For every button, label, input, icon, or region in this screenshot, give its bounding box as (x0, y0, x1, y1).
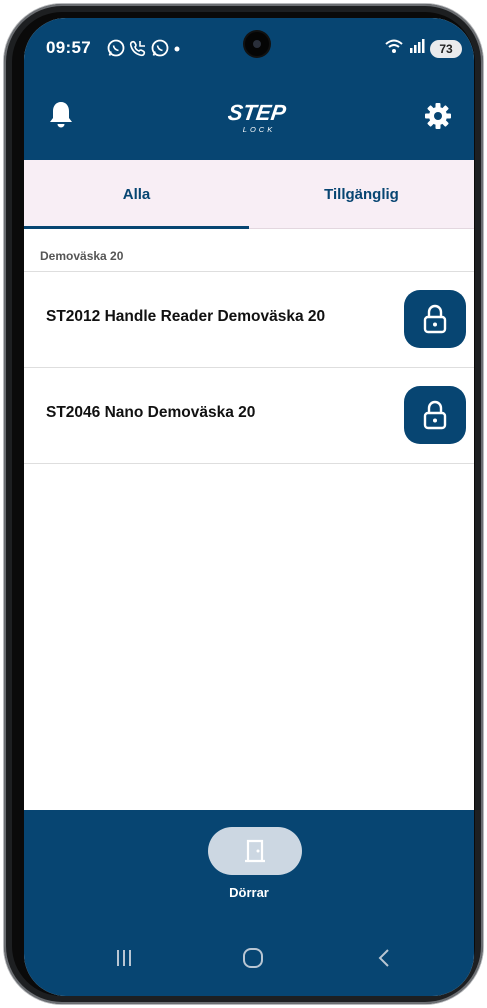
app-screen: 09:57 73 STEP LOCK Alla Tillgänglig Demo… (24, 18, 474, 996)
tab-label: Alla (122, 185, 151, 203)
tab-label: Tillgänglig (324, 185, 399, 203)
lock-icon (423, 400, 447, 430)
nav-item-dorrar[interactable] (208, 827, 302, 875)
notification-icons (106, 38, 182, 58)
tab-tillganglig[interactable]: Tillgänglig (249, 160, 474, 228)
signal-icon (409, 38, 425, 59)
front-camera (245, 32, 269, 56)
steplock-logo: STEP LOCK (219, 98, 299, 138)
logo-subtext: LOCK (243, 125, 275, 134)
section-title: Demoväska 20 (40, 249, 124, 263)
whatsapp-icon (106, 38, 126, 58)
list-item[interactable]: ST2046 Nano Demoväska 20 (24, 368, 474, 464)
home-icon[interactable] (238, 943, 268, 973)
door-name: ST2046 Nano Demoväska 20 (46, 404, 256, 421)
status-bar: 09:57 73 (24, 18, 474, 78)
status-time: 09:57 (46, 38, 91, 57)
notifications-bell-icon[interactable] (48, 100, 74, 130)
tab-bar: Alla Tillgänglig (24, 160, 474, 229)
section-header: Demoväska 20 (24, 229, 474, 272)
door-name: ST2012 Handle Reader Demoväska 20 (46, 308, 326, 325)
back-icon[interactable] (369, 943, 399, 973)
lock-button[interactable] (404, 386, 466, 444)
list-item[interactable]: ST2012 Handle Reader Demoväska 20 (24, 272, 474, 368)
whatsapp-icon (150, 38, 170, 58)
lock-button[interactable] (404, 290, 466, 348)
system-navigation-bar (24, 935, 474, 975)
dot-icon (172, 38, 182, 58)
door-icon (245, 839, 265, 863)
battery-indicator: 73 (430, 39, 462, 58)
bottom-navigation: Dörrar (24, 810, 474, 996)
recent-apps-icon[interactable] (109, 943, 139, 973)
system-icons: 73 (384, 38, 462, 59)
wifi-icon (384, 38, 404, 59)
app-header: 09:57 73 STEP LOCK (24, 18, 474, 160)
settings-gear-icon[interactable] (424, 102, 452, 130)
lock-icon (423, 304, 447, 334)
logo-text: STEP (226, 100, 287, 125)
tab-alla[interactable]: Alla (24, 160, 249, 229)
nav-label: Dörrar (229, 885, 269, 900)
whatsapp-call-icon (128, 38, 148, 58)
door-list: ST2012 Handle Reader Demoväska 20 ST2046… (24, 272, 474, 464)
